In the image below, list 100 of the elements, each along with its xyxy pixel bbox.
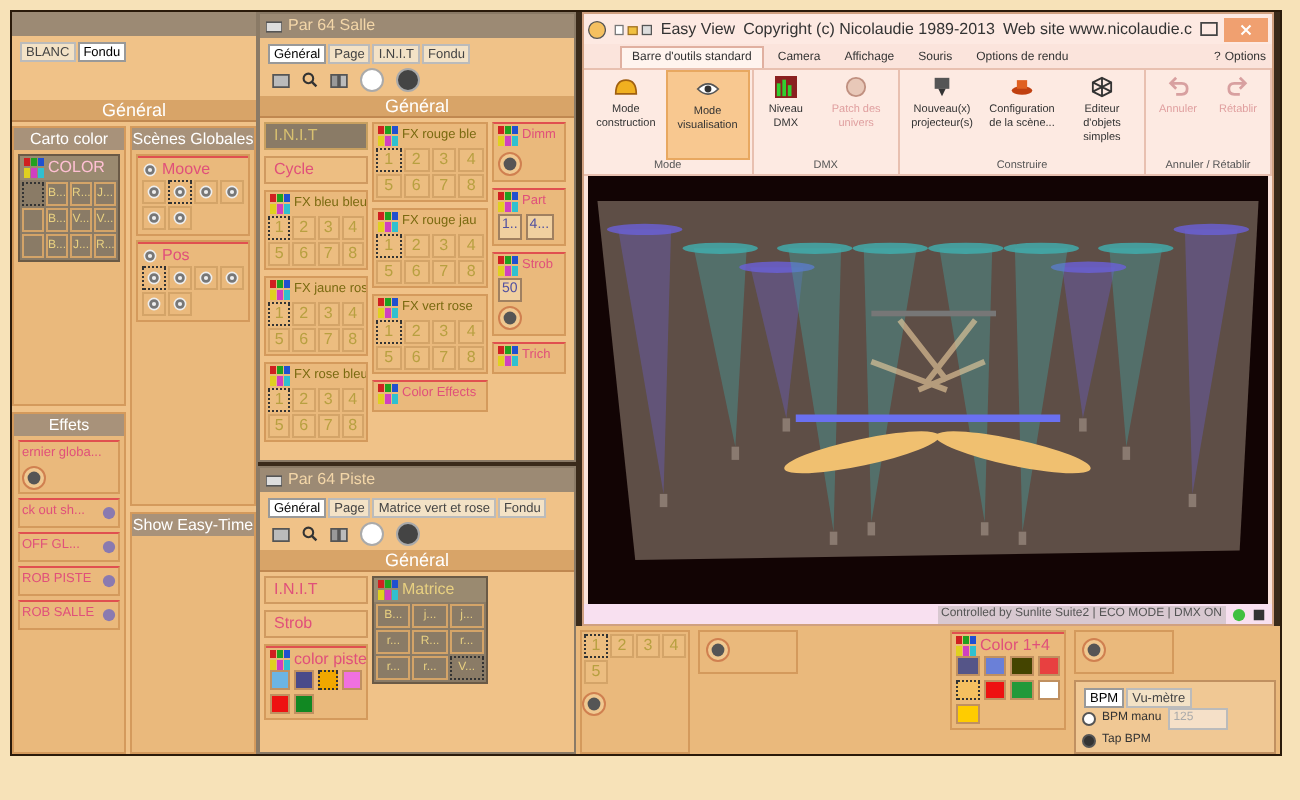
- preset-cell[interactable]: 1: [268, 302, 291, 326]
- preset-cell[interactable]: 4: [341, 302, 364, 326]
- color-swatch[interactable]: [318, 670, 338, 690]
- preset-cell[interactable]: 3: [431, 320, 457, 344]
- preset-cell[interactable]: 3: [431, 148, 457, 172]
- preset-cell[interactable]: 5: [376, 346, 402, 370]
- preset-cell[interactable]: 8: [341, 328, 364, 352]
- close-button[interactable]: [1224, 17, 1268, 41]
- filled-circle-icon: [396, 522, 420, 546]
- color-swatch[interactable]: [1010, 656, 1033, 676]
- preset-cell[interactable]: 4: [458, 234, 484, 258]
- preset-cell[interactable]: 4: [458, 320, 484, 344]
- preset-cell[interactable]: 4: [662, 634, 686, 658]
- palette-icon: [270, 365, 290, 385]
- color-swatch[interactable]: [1037, 656, 1060, 676]
- preset-cell[interactable]: 7: [431, 174, 457, 198]
- preset-cell[interactable]: 1: [376, 320, 402, 344]
- copyright-text: Copyright (c) Nicolaudie 1989-2013: [743, 17, 995, 41]
- preset-cell[interactable]: 2: [292, 216, 315, 240]
- palette-icon: [378, 211, 398, 231]
- preset-cell[interactable]: 6: [292, 414, 315, 438]
- preset-cell[interactable]: 5: [268, 328, 291, 352]
- preset-cell[interactable]: 2: [292, 302, 315, 326]
- indicator-icon: [102, 505, 116, 519]
- section-header: Effets: [14, 414, 124, 436]
- preset-cell[interactable]: 5: [268, 414, 291, 438]
- scene-button[interactable]: [168, 180, 192, 204]
- preset-cell[interactable]: 2: [403, 234, 429, 258]
- preset-cell[interactable]: 8: [341, 414, 364, 438]
- indicator-icon: [102, 573, 116, 587]
- preset-cell[interactable]: 3: [317, 216, 340, 240]
- preset-cell[interactable]: 5: [376, 174, 402, 198]
- preset-cell[interactable]: 4: [341, 388, 364, 412]
- color-swatch[interactable]: [983, 656, 1006, 676]
- color-swatch[interactable]: [956, 704, 979, 724]
- preset-cell[interactable]: 3: [636, 634, 660, 658]
- preset-cell[interactable]: 5: [584, 660, 608, 684]
- preset-cell[interactable]: 6: [403, 346, 429, 370]
- preset-cell[interactable]: 2: [292, 388, 315, 412]
- preset-cell[interactable]: 6: [403, 260, 429, 284]
- color-swatch[interactable]: [294, 694, 314, 714]
- knob-icon: [706, 638, 730, 662]
- indicator-icon: [102, 539, 116, 553]
- quick-access-icon: [614, 21, 653, 37]
- preset-cell[interactable]: 7: [431, 346, 457, 370]
- palette-icon: [378, 297, 398, 317]
- preset-cell[interactable]: 8: [458, 346, 484, 370]
- preset-cell[interactable]: 6: [292, 242, 315, 266]
- color-swatch[interactable]: [342, 670, 362, 690]
- preset-cell[interactable]: [22, 208, 44, 232]
- preset-cell[interactable]: 5: [268, 242, 291, 266]
- preset-cell[interactable]: 3: [317, 388, 340, 412]
- radio-button[interactable]: [1082, 734, 1096, 748]
- color-swatch[interactable]: [294, 670, 314, 690]
- preset-cell[interactable]: 4: [458, 148, 484, 172]
- preset-cell[interactable]: 8: [341, 242, 364, 266]
- color-swatch[interactable]: [956, 680, 979, 700]
- preset-cell[interactable]: 1: [376, 148, 402, 172]
- radio-button[interactable]: [1082, 712, 1096, 726]
- palette-icon: [270, 649, 290, 669]
- scene-button[interactable]: [142, 266, 166, 290]
- preset-cell[interactable]: 7: [317, 414, 340, 438]
- preset-cell[interactable]: 2: [610, 634, 634, 658]
- preset-cell[interactable]: 1: [376, 234, 402, 258]
- maximize-icon: [1200, 22, 1218, 36]
- preset-cell[interactable]: [22, 234, 44, 258]
- preset-cell[interactable]: 7: [317, 242, 340, 266]
- preset-cell[interactable]: 6: [292, 328, 315, 352]
- preset-cell[interactable]: 7: [317, 328, 340, 352]
- window-title: Par 64 Salle: [288, 14, 376, 38]
- preset-button[interactable]: I.N.I.T: [264, 122, 368, 150]
- circle-icon: [360, 522, 384, 546]
- preset-cell[interactable]: 7: [431, 260, 457, 284]
- preset-cell[interactable]: 6: [403, 174, 429, 198]
- section-header: Général: [260, 550, 574, 572]
- preset-title: color piste: [294, 647, 367, 671]
- preset-cell[interactable]: 2: [403, 148, 429, 172]
- preset-cell[interactable]: 1: [584, 634, 608, 658]
- search-icon: [302, 526, 318, 542]
- preset-cell[interactable]: 2: [403, 320, 429, 344]
- color-swatch[interactable]: [270, 670, 290, 690]
- preset-button[interactable]: Strob: [264, 610, 368, 638]
- preset-title: Matrice: [402, 578, 455, 602]
- preset-button[interactable]: Cycle: [264, 156, 368, 184]
- preset-cell[interactable]: 4: [341, 216, 364, 240]
- preset-cell[interactable]: 8: [458, 174, 484, 198]
- preset-cell[interactable]: 3: [317, 302, 340, 326]
- color-swatch[interactable]: [983, 680, 1006, 700]
- palette-icon: [270, 279, 290, 299]
- color-swatch[interactable]: [956, 656, 979, 676]
- preset-cell[interactable]: 3: [431, 234, 457, 258]
- color-swatch[interactable]: [270, 694, 290, 714]
- preset-cell[interactable]: [22, 182, 44, 206]
- preset-button[interactable]: I.N.I.T: [264, 576, 368, 604]
- preset-cell[interactable]: 1: [268, 216, 291, 240]
- preset-cell[interactable]: 8: [458, 260, 484, 284]
- preset-cell[interactable]: 5: [376, 260, 402, 284]
- preset-cell[interactable]: 1: [268, 388, 291, 412]
- color-swatch[interactable]: [1037, 680, 1060, 700]
- color-swatch[interactable]: [1010, 680, 1033, 700]
